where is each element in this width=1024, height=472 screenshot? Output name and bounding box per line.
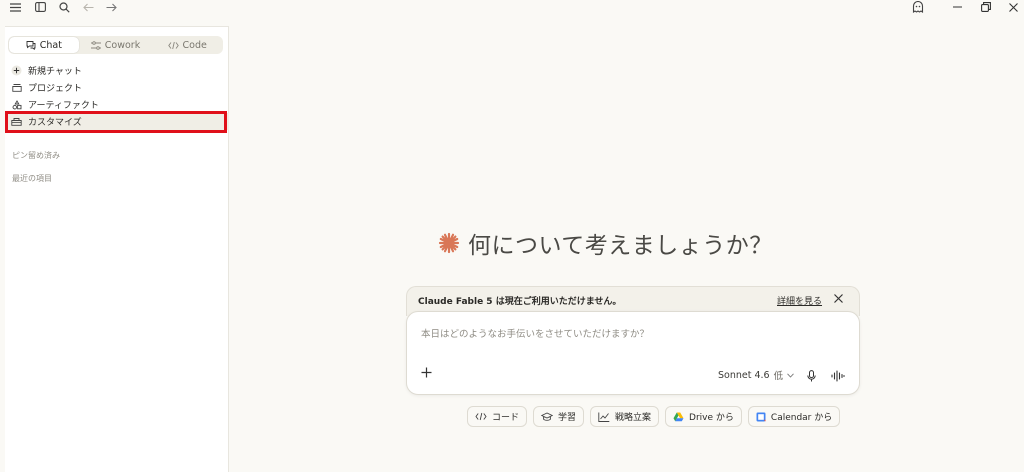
pinned-section-label: ピン留め済み <box>12 151 60 160</box>
tab-cowork-label: Cowork <box>104 39 141 51</box>
microphone-icon[interactable] <box>807 367 816 386</box>
graduation-cap-icon <box>541 412 554 421</box>
search-icon[interactable] <box>57 0 71 14</box>
close-window-icon[interactable] <box>1006 0 1020 14</box>
sidebar-item-new-chat[interactable]: 新規チャット <box>5 62 229 79</box>
sidebar-item-label: プロジェクト <box>28 84 83 94</box>
message-input[interactable] <box>421 326 821 342</box>
sidebar-item-projects[interactable]: プロジェクト <box>5 79 229 96</box>
effort-level: 低 <box>773 371 784 382</box>
title-bar <box>0 0 1024 14</box>
details-link[interactable]: 詳細を見る <box>777 294 822 307</box>
ghost-icon[interactable] <box>911 0 925 14</box>
suggestion-chips: コード 学習 戦略立案 Drive から Calendar から <box>467 406 841 428</box>
chip-learn[interactable]: 学習 <box>533 406 585 427</box>
greeting-text: 何について考えましょうか？ <box>468 233 773 259</box>
chevron-down-icon <box>787 372 794 378</box>
tab-code-label: Code <box>182 39 207 51</box>
chat-bubble-icon <box>26 41 36 50</box>
greeting: 何について考えましょうか？ <box>438 228 773 259</box>
tab-chat[interactable]: Chat <box>9 37 79 53</box>
chip-calendar[interactable]: Calendar から <box>747 406 841 427</box>
google-calendar-icon <box>756 412 766 421</box>
tab-chat-label: Chat <box>39 39 62 51</box>
chip-code[interactable]: コード <box>467 406 528 427</box>
code-icon <box>475 412 487 421</box>
highlight-annotation-box <box>5 111 227 133</box>
plus-circle-icon <box>11 65 22 76</box>
chip-label: Calendar から <box>770 413 833 423</box>
google-drive-icon <box>673 412 684 421</box>
sidebar: Chat Cowork Code 新規チャット プロジェクト アーティファクト … <box>5 26 229 472</box>
sliders-icon <box>90 40 101 50</box>
folder-icon <box>11 82 22 93</box>
chip-label: 戦略立案 <box>615 413 652 423</box>
recent-section-label: 最近の項目 <box>12 174 52 183</box>
composer: Sonnet 4.6 低 <box>406 311 860 395</box>
chip-label: Drive から <box>689 413 734 423</box>
chip-strategy[interactable]: 戦略立案 <box>590 406 660 427</box>
sidebar-item-label: 新規チャット <box>28 67 82 77</box>
model-selector[interactable]: Sonnet 4.6 低 <box>718 368 794 382</box>
tab-code[interactable]: Code <box>152 37 222 53</box>
voice-waveform-icon[interactable] <box>831 367 845 386</box>
forward-arrow-icon[interactable] <box>104 0 118 14</box>
model-name: Sonnet 4.6 <box>718 369 770 381</box>
artifact-icon <box>11 99 22 110</box>
code-icon <box>167 41 179 49</box>
chip-label: コード <box>492 413 520 423</box>
minimize-icon[interactable] <box>950 0 964 14</box>
sidebar-toggle-icon[interactable] <box>33 0 47 14</box>
chip-drive[interactable]: Drive から <box>665 406 742 427</box>
menu-icon[interactable] <box>8 0 22 14</box>
back-arrow-icon[interactable] <box>81 0 95 14</box>
restore-icon[interactable] <box>979 0 993 14</box>
chart-line-icon <box>598 412 610 422</box>
close-notice-icon[interactable] <box>834 292 843 306</box>
chip-label: 学習 <box>558 413 577 423</box>
mode-switch: Chat Cowork Code <box>8 36 223 54</box>
sidebar-item-label: アーティファクト <box>28 101 99 111</box>
claude-spark-icon <box>438 232 460 254</box>
tab-cowork[interactable]: Cowork <box>81 37 151 53</box>
notice-text: Claude Fable 5 は現在ご利用いただけません。 <box>418 297 622 307</box>
attach-plus-icon[interactable] <box>421 366 432 382</box>
